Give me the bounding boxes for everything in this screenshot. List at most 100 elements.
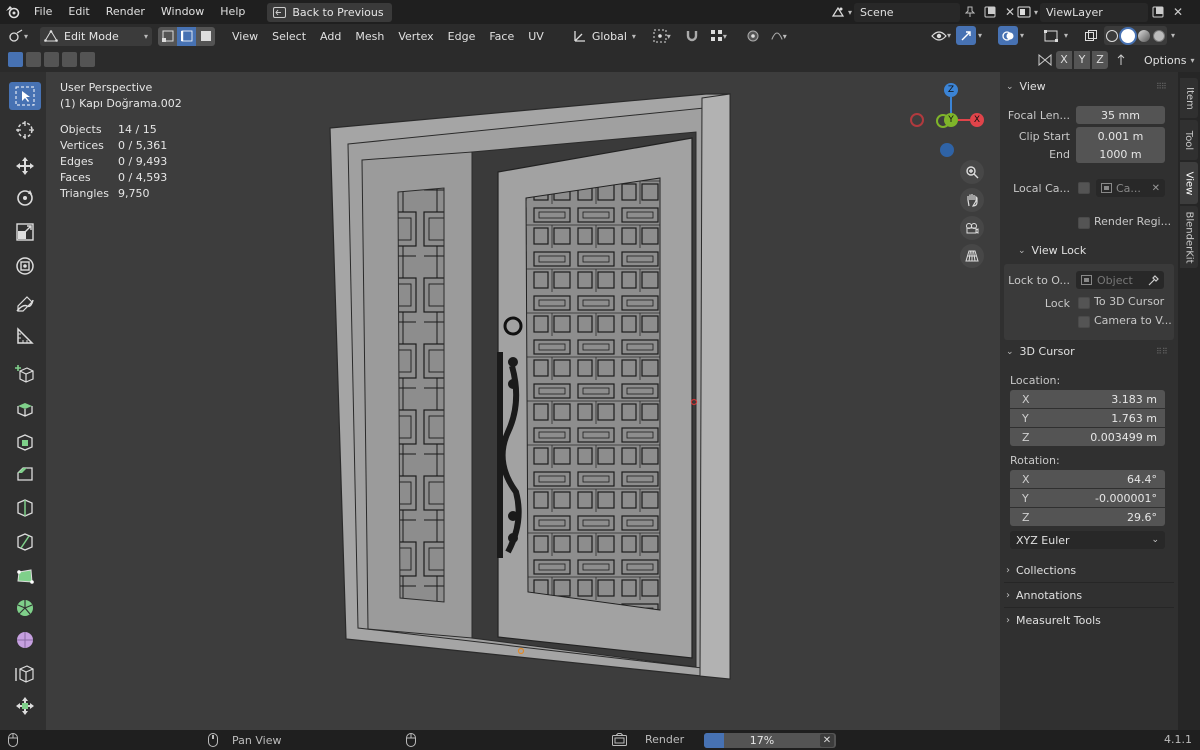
chevron-down-icon[interactable]: ▾ (978, 31, 990, 40)
lock-to-object-field[interactable]: Object (1076, 271, 1164, 289)
render-job[interactable]: Render (612, 733, 684, 746)
mode-selector[interactable]: Edit Mode ▾ (40, 26, 152, 46)
scene-icon[interactable] (828, 3, 848, 22)
pin-icon[interactable] (960, 3, 980, 22)
gizmo-x-axis[interactable]: X (970, 113, 984, 127)
menu-mesh[interactable]: Mesh (348, 30, 391, 43)
move-tool[interactable] (9, 152, 41, 180)
transform-tool[interactable] (9, 252, 41, 280)
gizmo-neg-y-axis[interactable] (936, 114, 950, 128)
menu-window[interactable]: Window (153, 0, 212, 24)
tab-tool[interactable]: Tool (1180, 120, 1198, 160)
extrude-region-tool[interactable] (9, 394, 41, 422)
mirror-x-toggle[interactable]: X (1056, 51, 1072, 69)
menu-face[interactable]: Face (482, 30, 521, 43)
cursor-rotation-y[interactable]: Y -0.000001° (1010, 489, 1165, 507)
3d-cursor-panel-header[interactable]: ⌄ 3D Cursor (1006, 345, 1075, 358)
edge-select-icon[interactable] (177, 26, 196, 46)
bevel-tool[interactable] (9, 460, 41, 488)
shrink-fatten-tool[interactable] (9, 660, 41, 688)
view-layer-name-field[interactable]: ViewLayer (1040, 2, 1149, 22)
gizmo-toggle-icon[interactable] (956, 26, 976, 45)
view-lock-subpanel-header[interactable]: ⌄ View Lock (1018, 244, 1086, 257)
cursor-location-y[interactable]: Y 1.763 m (1010, 409, 1165, 427)
collections-panel-header[interactable]: › Collections (1006, 564, 1076, 577)
close-icon[interactable]: ✕ (1152, 183, 1160, 194)
rip-region-tool[interactable] (9, 692, 41, 720)
lock-to-3d-cursor-checkbox[interactable] (1078, 297, 1090, 309)
select-subtract-icon[interactable] (44, 52, 59, 67)
editor-type-button[interactable]: ▾ (4, 27, 36, 46)
menu-vertex[interactable]: Vertex (391, 30, 440, 43)
menu-select[interactable]: Select (265, 30, 313, 43)
snap-toggle[interactable] (681, 27, 703, 46)
mirror-z-toggle[interactable]: Z (1092, 51, 1108, 69)
blender-logo-icon[interactable] (0, 0, 26, 24)
vertex-select-icon[interactable] (158, 26, 177, 46)
zoom-view-icon[interactable] (960, 160, 984, 184)
eyedropper-icon[interactable] (1148, 274, 1159, 286)
tab-blenderkit[interactable]: BlenderKit (1180, 206, 1198, 268)
visibility-icon[interactable]: ▾ (928, 26, 954, 45)
select-intersect-icon[interactable] (80, 52, 95, 67)
poly-build-tool[interactable] (9, 562, 41, 590)
perspective-toggle-grid-icon[interactable] (960, 244, 984, 268)
menu-edit[interactable]: Edit (60, 0, 97, 24)
view-layer-icon[interactable] (1014, 3, 1034, 22)
scale-tool[interactable] (9, 218, 41, 246)
proportional-editing-toggle[interactable] (743, 27, 763, 46)
local-camera-field[interactable]: Ca... ✕ (1096, 179, 1165, 197)
chevron-down-icon[interactable]: ▾ (1020, 31, 1032, 40)
loop-cut-tool[interactable] (9, 494, 41, 522)
mirror-options-icon[interactable] (1114, 51, 1128, 69)
local-camera-checkbox[interactable] (1078, 182, 1090, 194)
pivot-point-button[interactable]: ▾ (649, 27, 675, 46)
menu-uv[interactable]: UV (521, 30, 551, 43)
cursor-rotation-z[interactable]: Z 29.6° (1010, 508, 1165, 526)
material-shading-icon[interactable] (1138, 29, 1150, 42)
gizmo-neg-z-axis[interactable] (940, 143, 954, 157)
render-region-checkbox[interactable] (1078, 217, 1090, 229)
knife-tool[interactable] (9, 528, 41, 556)
clip-start-field[interactable]: 0.001 m (1076, 127, 1165, 145)
gizmo-z-axis[interactable]: Z (944, 83, 958, 97)
drag-handle-icon[interactable]: ⠿⠿ (1156, 347, 1168, 356)
camera-to-view-checkbox[interactable] (1078, 316, 1090, 328)
cursor-location-z[interactable]: Z 0.003499 m (1010, 428, 1165, 446)
cursor-location-x[interactable]: X 3.183 m (1010, 390, 1165, 408)
inset-faces-tool[interactable] (9, 428, 41, 456)
overlays-toggle-icon[interactable] (998, 26, 1018, 45)
cursor-rotation-x[interactable]: X 64.4° (1010, 470, 1165, 488)
focal-length-field[interactable]: 35 mm (1076, 106, 1165, 124)
chevron-down-icon[interactable]: ▾ (1171, 31, 1181, 40)
menu-render[interactable]: Render (98, 0, 153, 24)
select-box-tool[interactable] (9, 82, 41, 110)
close-icon[interactable]: ✕ (1168, 3, 1188, 22)
scene-name-field[interactable]: Scene (854, 2, 961, 22)
gizmo-neg-x-axis[interactable] (910, 113, 924, 127)
tab-view[interactable]: View (1180, 162, 1198, 204)
rotate-tool[interactable] (9, 184, 41, 212)
butterfly-mirror-icon[interactable] (1036, 51, 1054, 69)
falloff-button[interactable]: ▾ (767, 27, 791, 46)
spin-tool[interactable] (9, 594, 41, 622)
select-extend-icon[interactable] (26, 52, 41, 67)
cursor-tool[interactable] (9, 116, 41, 144)
menu-view[interactable]: View (225, 30, 265, 43)
camera-view-icon[interactable] (960, 216, 984, 240)
new-view-layer-icon[interactable] (1148, 3, 1168, 22)
snap-target-button[interactable]: ▾ (707, 27, 733, 46)
options-dropdown[interactable]: Options ▾ (1138, 51, 1200, 69)
annotations-panel-header[interactable]: › Annotations (1006, 589, 1082, 602)
cancel-render-button[interactable]: ✕ (820, 734, 834, 747)
wireframe-shading-icon[interactable] (1106, 29, 1118, 42)
new-scene-icon[interactable] (980, 3, 1000, 22)
mirror-y-toggle[interactable]: Y (1074, 51, 1090, 69)
mesh-edit-overlays-icon[interactable] (1040, 26, 1062, 45)
clip-end-field[interactable]: 1000 m (1076, 145, 1165, 163)
rendered-shading-icon[interactable] (1153, 29, 1165, 42)
select-invert-icon[interactable] (62, 52, 77, 67)
view-panel-header[interactable]: ⌄ View (1006, 80, 1046, 93)
drag-handle-icon[interactable]: ⠿⠿ (1156, 82, 1167, 91)
add-cube-tool[interactable] (9, 360, 41, 388)
